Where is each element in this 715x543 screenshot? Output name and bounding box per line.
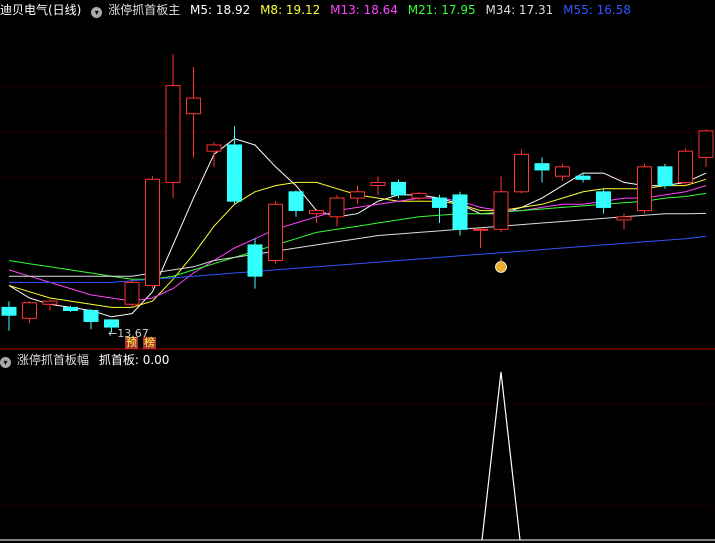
ma34-value: M34: 17.31 bbox=[485, 3, 554, 17]
main-panel-header: 迪贝电气(日线) ▾ 涨停抓首板主 M5: 18.92 M8: 19.12 M13… bbox=[0, 0, 637, 20]
candle-body-up bbox=[555, 166, 570, 177]
candle-body-down bbox=[575, 175, 591, 180]
candle-body-down bbox=[391, 181, 406, 196]
candle-body-down bbox=[1, 306, 17, 316]
candle-body-down bbox=[104, 319, 119, 328]
candle-body-down bbox=[534, 163, 550, 171]
candle-body-down bbox=[227, 144, 242, 202]
ma-line-m55 bbox=[9, 235, 707, 283]
badge-bang: 榜 bbox=[143, 336, 156, 349]
candle-body-down bbox=[83, 310, 99, 322]
candle-body-up bbox=[616, 216, 632, 221]
ma5-value: M5: 18.92 bbox=[190, 3, 251, 17]
badge-yu: 预 bbox=[125, 336, 138, 349]
candle-body-down bbox=[452, 194, 468, 230]
sub-panel-header: ▾ 涨停抓首板幅 抓首板: 0.00 bbox=[0, 350, 175, 370]
ma21-value: M21: 17.95 bbox=[407, 3, 476, 17]
candle-body-down bbox=[247, 244, 263, 277]
candle-body-up bbox=[411, 192, 427, 199]
security-name[interactable]: 迪贝电气(日线) bbox=[0, 3, 81, 17]
sub-indicator-menu-icon[interactable]: ▾ bbox=[0, 357, 11, 368]
main-indicator-name[interactable]: 涨停抓首板主 bbox=[108, 3, 180, 17]
candle-body-up bbox=[42, 300, 58, 305]
candle-body-up bbox=[309, 210, 324, 215]
kline-chart[interactable] bbox=[0, 0, 715, 543]
sub-indicator-name[interactable]: 涨停抓首板幅 bbox=[17, 353, 89, 367]
candle-body-up bbox=[22, 302, 37, 319]
candle-body-up bbox=[493, 191, 509, 230]
indicator-menu-icon[interactable]: ▾ bbox=[91, 7, 103, 18]
candle-body-up bbox=[678, 150, 693, 183]
candle-body-down bbox=[657, 166, 673, 187]
candle-body-down bbox=[288, 191, 304, 212]
money-bag-icon bbox=[495, 261, 507, 273]
candle-body-up bbox=[124, 281, 140, 305]
ma-line-m5 bbox=[8, 138, 707, 318]
candle-body-up bbox=[206, 144, 222, 152]
candle-body-up bbox=[145, 178, 160, 287]
candle-body-up bbox=[350, 191, 365, 199]
candle-body-up bbox=[165, 85, 181, 183]
candle-body-up bbox=[637, 166, 652, 212]
signal-spike bbox=[481, 371, 521, 541]
candle-body-down bbox=[63, 306, 78, 312]
candle-body-up bbox=[186, 97, 201, 115]
candle-body-up bbox=[268, 203, 283, 262]
candle-body-up bbox=[329, 197, 345, 218]
candle-body-up bbox=[698, 130, 714, 158]
ma13-value: M13: 18.64 bbox=[330, 3, 398, 17]
sub-indicator-value: 抓首板: 0.00 bbox=[98, 353, 170, 367]
candle-body-up bbox=[514, 153, 529, 193]
ma55-value: M55: 16.58 bbox=[563, 3, 631, 17]
ma8-value: M8: 19.12 bbox=[260, 3, 321, 17]
candle-body-up bbox=[473, 228, 488, 231]
candle-body-down bbox=[596, 191, 611, 208]
candle-body-up bbox=[370, 181, 386, 187]
candle-body-down bbox=[432, 197, 447, 208]
